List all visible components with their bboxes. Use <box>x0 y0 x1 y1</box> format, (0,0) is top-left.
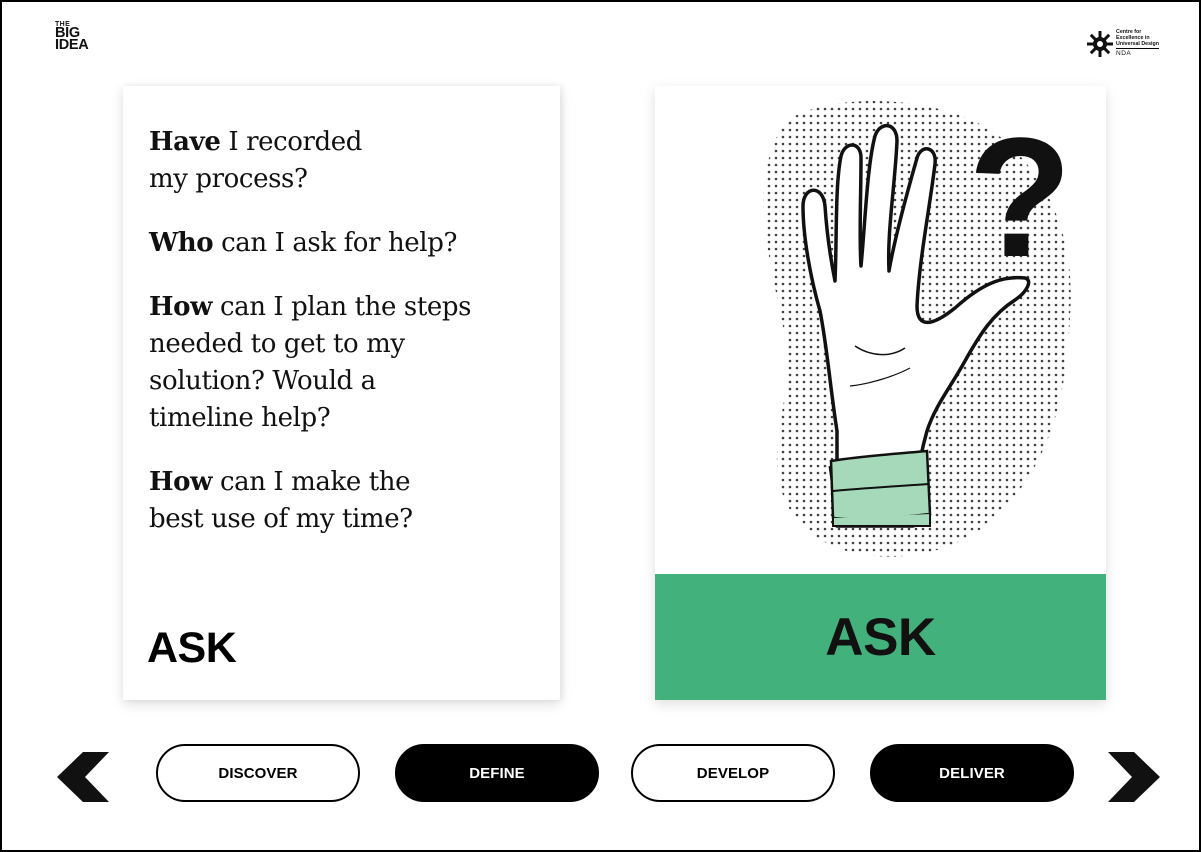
nda-label: NDA <box>1116 48 1159 57</box>
card-title: ASK <box>147 624 237 672</box>
raised-hand-question-icon: ? <box>763 101 1072 557</box>
logo-line-3: IDEA <box>55 36 89 53</box>
phase-navigation: DISCOVER DEFINE DEVELOP DELIVER <box>2 742 1199 808</box>
question-card: Have I recorded my process? Who can I as… <box>123 86 560 700</box>
question-2: Who can I ask for help? <box>149 225 509 262</box>
ceud-logo: Centre for Excellence in Universal Desig… <box>1087 29 1159 58</box>
question-1-keyword: Have <box>149 127 221 157</box>
title-banner: ASK <box>655 574 1106 700</box>
illustration-card: ? ASK <box>655 86 1106 700</box>
question-2-keyword: Who <box>149 228 214 258</box>
app-frame: THE BIG IDEA Centre for Excellence in Un… <box>0 0 1201 852</box>
chevron-left-icon[interactable] <box>57 752 109 802</box>
tab-define[interactable]: DEFINE <box>395 744 599 802</box>
question-3: How can I plan the steps needed to get t… <box>149 289 474 437</box>
question-1: Have I recorded my process? <box>149 124 389 198</box>
big-idea-logo: THE BIG IDEA <box>55 21 89 53</box>
ceud-text: Centre for Excellence in Universal Desig… <box>1116 29 1159 58</box>
question-4-keyword: How <box>149 467 213 497</box>
question-mark-glyph: ? <box>968 103 1072 293</box>
question-2-text: can I ask for help? <box>213 228 457 258</box>
question-4: How can I make the best use of my time? <box>149 464 449 538</box>
ceud-line-3: Universal Design <box>1116 40 1159 47</box>
tab-deliver[interactable]: DELIVER <box>870 744 1074 802</box>
banner-title: ASK <box>825 607 936 667</box>
tab-discover[interactable]: DISCOVER <box>156 744 360 802</box>
tab-develop[interactable]: DEVELOP <box>631 744 835 802</box>
ceud-emblem-icon <box>1087 30 1114 57</box>
question-list: Have I recorded my process? Who can I as… <box>149 124 509 565</box>
chevron-right-icon[interactable] <box>1108 752 1160 802</box>
question-3-keyword: How <box>149 292 213 322</box>
